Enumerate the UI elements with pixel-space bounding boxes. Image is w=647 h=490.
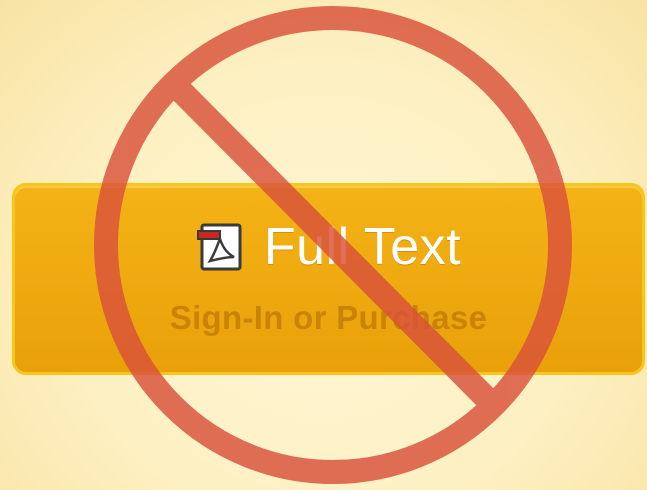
full-text-label: Full Text — [263, 218, 462, 276]
sign-in-purchase-label: Sign-In or Purchase — [169, 299, 488, 336]
pdf-file-icon — [196, 223, 242, 271]
full-text-row: Full Text — [15, 216, 642, 278]
full-text-button[interactable]: Full Text Sign-In or Purchase — [12, 183, 645, 375]
